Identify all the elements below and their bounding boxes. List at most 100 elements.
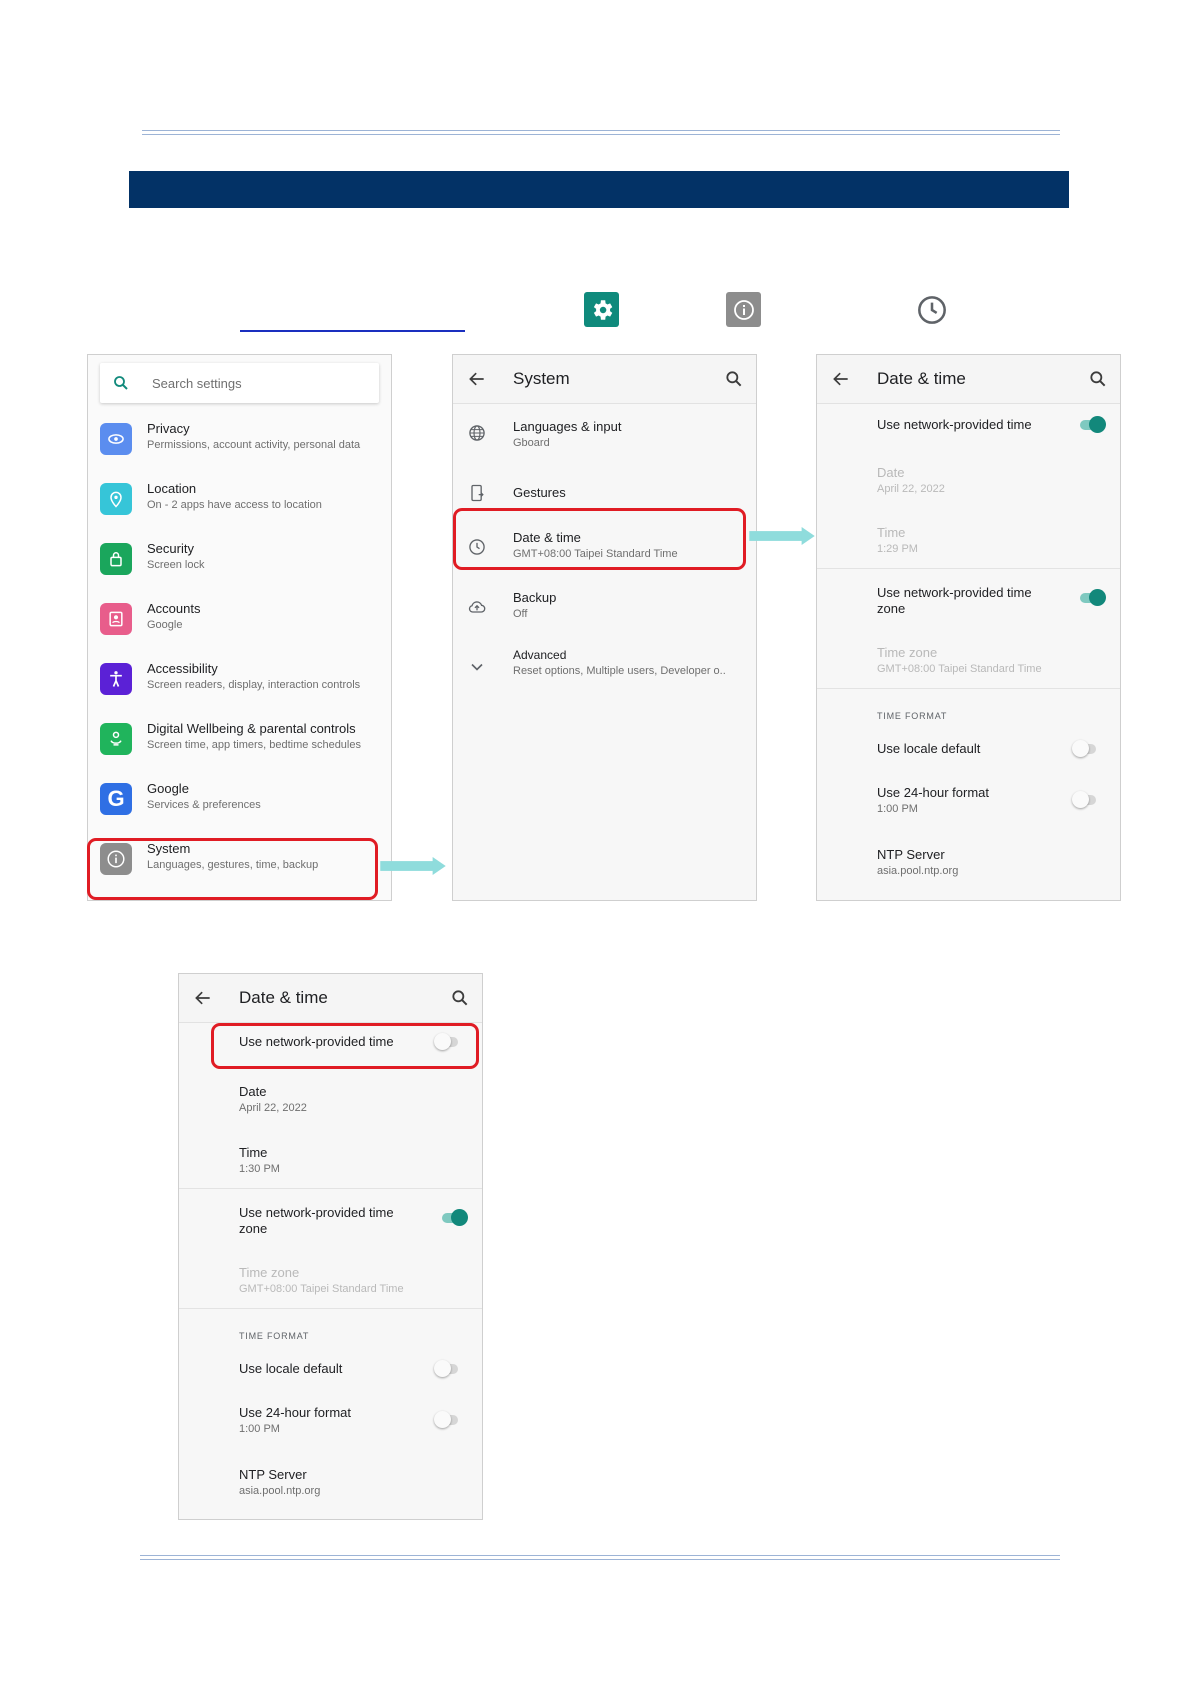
item-subtitle: Services & preferences xyxy=(147,799,261,811)
backup-icon xyxy=(468,601,486,613)
item-subtitle: Screen lock xyxy=(147,559,205,571)
hour24-row[interactable]: Use 24-hour format 1:00 PM xyxy=(817,783,1120,823)
settings-item-location[interactable]: Location On - 2 apps have access to locat… xyxy=(88,475,391,525)
list-item-backup[interactable]: Backup Off xyxy=(453,585,756,635)
settings-item-google[interactable]: G Google Services & preferences xyxy=(88,775,391,825)
item-subtitle: Gboard xyxy=(513,437,550,449)
search-bar[interactable]: Search settings xyxy=(100,363,379,403)
date-time-panel-before: Date & time Use network-provided time Da… xyxy=(816,354,1121,901)
locale-default-label: Use locale default xyxy=(877,741,981,756)
list-item-languages[interactable]: Languages & input Gboard xyxy=(453,415,756,465)
item-title: Advanced xyxy=(513,648,567,662)
item-title: Digital Wellbeing & parental controls xyxy=(147,721,356,736)
auto-zone-label: Use network-provided time xyxy=(877,585,1032,600)
chevron-down-icon xyxy=(471,663,483,671)
ntp-value: asia.pool.ntp.org xyxy=(239,1485,321,1497)
search-icon xyxy=(114,376,128,390)
app-bar: Date & time xyxy=(179,974,482,1023)
settings-item-privacy[interactable]: Privacy Permissions, account activity, pe… xyxy=(88,415,391,465)
back-arrow-icon[interactable] xyxy=(193,988,213,1008)
item-title: Privacy xyxy=(147,421,190,436)
lock-icon xyxy=(100,543,132,575)
highlight-date-time xyxy=(453,508,746,570)
time-zone-row: Time zone GMT+08:00 Taipei Standard Time xyxy=(817,643,1120,683)
time-zone-label: Time zone xyxy=(239,1265,300,1280)
divider xyxy=(817,568,1120,569)
flow-arrow-2 xyxy=(749,527,815,545)
accessibility-icon xyxy=(100,663,132,695)
locale-default-label: Use locale default xyxy=(239,1361,343,1376)
divider xyxy=(179,1188,482,1189)
auto-zone-label-2: zone xyxy=(239,1221,268,1236)
account-icon xyxy=(100,603,132,635)
time-label: Time xyxy=(239,1145,268,1160)
time-zone-value: GMT+08:00 Taipei Standard Time xyxy=(239,1283,404,1295)
link-underline xyxy=(240,330,465,332)
search-icon[interactable] xyxy=(724,369,744,389)
locale-default-toggle[interactable] xyxy=(434,1360,462,1378)
date-label: Date xyxy=(239,1084,267,1099)
auto-zone-label: Use network-provided time xyxy=(239,1205,394,1220)
app-bar: Date & time xyxy=(817,355,1120,404)
time-zone-label: Time zone xyxy=(877,645,938,660)
ntp-row[interactable]: NTP Server asia.pool.ntp.org xyxy=(817,845,1120,885)
globe-icon xyxy=(469,425,485,441)
item-subtitle: Screen time, app timers, bedtime schedul… xyxy=(147,739,361,751)
time-zone-row: Time zone GMT+08:00 Taipei Standard Time xyxy=(179,1263,482,1303)
back-arrow-icon[interactable] xyxy=(831,369,851,389)
item-title: Accessibility xyxy=(147,661,218,676)
locale-default-row[interactable]: Use locale default xyxy=(817,737,1120,767)
ntp-value: asia.pool.ntp.org xyxy=(877,865,959,877)
item-subtitle: On - 2 apps have access to location xyxy=(147,499,322,511)
locale-default-row[interactable]: Use locale default xyxy=(179,1357,482,1387)
item-title: Google xyxy=(147,781,189,796)
time-zone-value: GMT+08:00 Taipei Standard Time xyxy=(877,663,1042,675)
item-subtitle: Screen readers, display, interaction con… xyxy=(147,679,361,691)
settings-item-digital[interactable]: Digital Wellbeing & parental controls Scr… xyxy=(88,715,391,765)
auto-zone-toggle[interactable] xyxy=(440,1209,468,1227)
date-row[interactable]: Date April 22, 2022 xyxy=(179,1082,482,1122)
page-title: Date & time xyxy=(239,988,328,1007)
header-rule xyxy=(142,130,1060,135)
divider xyxy=(817,688,1120,689)
date-value: April 22, 2022 xyxy=(877,483,945,495)
hour24-row[interactable]: Use 24-hour format 1:00 PM xyxy=(179,1403,482,1443)
auto-zone-toggle[interactable] xyxy=(1078,589,1106,607)
ntp-row[interactable]: NTP Server asia.pool.ntp.org xyxy=(179,1465,482,1505)
auto-time-toggle[interactable] xyxy=(1078,416,1106,434)
highlight-network-time xyxy=(211,1023,479,1069)
ntp-label: NTP Server xyxy=(877,847,945,862)
auto-time-row[interactable]: Use network-provided time xyxy=(817,411,1120,441)
back-arrow-icon[interactable] xyxy=(467,369,487,389)
section-header: TIME FORMAT xyxy=(877,711,948,721)
date-row: Date April 22, 2022 xyxy=(817,463,1120,503)
hour24-value: 1:00 PM xyxy=(877,803,918,815)
item-title: Accounts xyxy=(147,601,201,616)
settings-item-accessibility[interactable]: Accessibility Screen readers, display, in… xyxy=(88,655,391,705)
list-item-advanced[interactable]: Advanced Reset options, Multiple users, … xyxy=(453,643,756,693)
auto-zone-row[interactable]: Use network-provided time zone xyxy=(179,1199,482,1241)
time-label: Time xyxy=(877,525,906,540)
app-bar: System xyxy=(453,355,756,404)
settings-item-accounts[interactable]: Accounts Google xyxy=(88,595,391,645)
locale-default-toggle[interactable] xyxy=(1072,740,1100,758)
divider xyxy=(179,1308,482,1309)
hour24-toggle[interactable] xyxy=(434,1411,462,1429)
item-subtitle: Permissions, account activity, personal … xyxy=(147,439,361,451)
auto-zone-row[interactable]: Use network-provided time zone xyxy=(817,579,1120,621)
time-value: 1:30 PM xyxy=(239,1163,280,1175)
hour24-value: 1:00 PM xyxy=(239,1423,280,1435)
time-row[interactable]: Time 1:30 PM xyxy=(179,1143,482,1183)
section-header: TIME FORMAT xyxy=(239,1331,310,1341)
hour24-toggle[interactable] xyxy=(1072,791,1100,809)
settings-item-security[interactable]: Security Screen lock xyxy=(88,535,391,585)
search-icon[interactable] xyxy=(450,988,470,1008)
flow-arrow-1 xyxy=(380,857,446,875)
auto-zone-label-2: zone xyxy=(877,601,906,616)
page-title: Date & time xyxy=(877,369,966,388)
search-icon[interactable] xyxy=(1088,369,1108,389)
auto-time-label: Use network-provided time xyxy=(877,417,1032,432)
item-title: Gestures xyxy=(513,485,566,500)
item-subtitle: Google xyxy=(147,619,183,631)
item-title: Security xyxy=(147,541,194,556)
